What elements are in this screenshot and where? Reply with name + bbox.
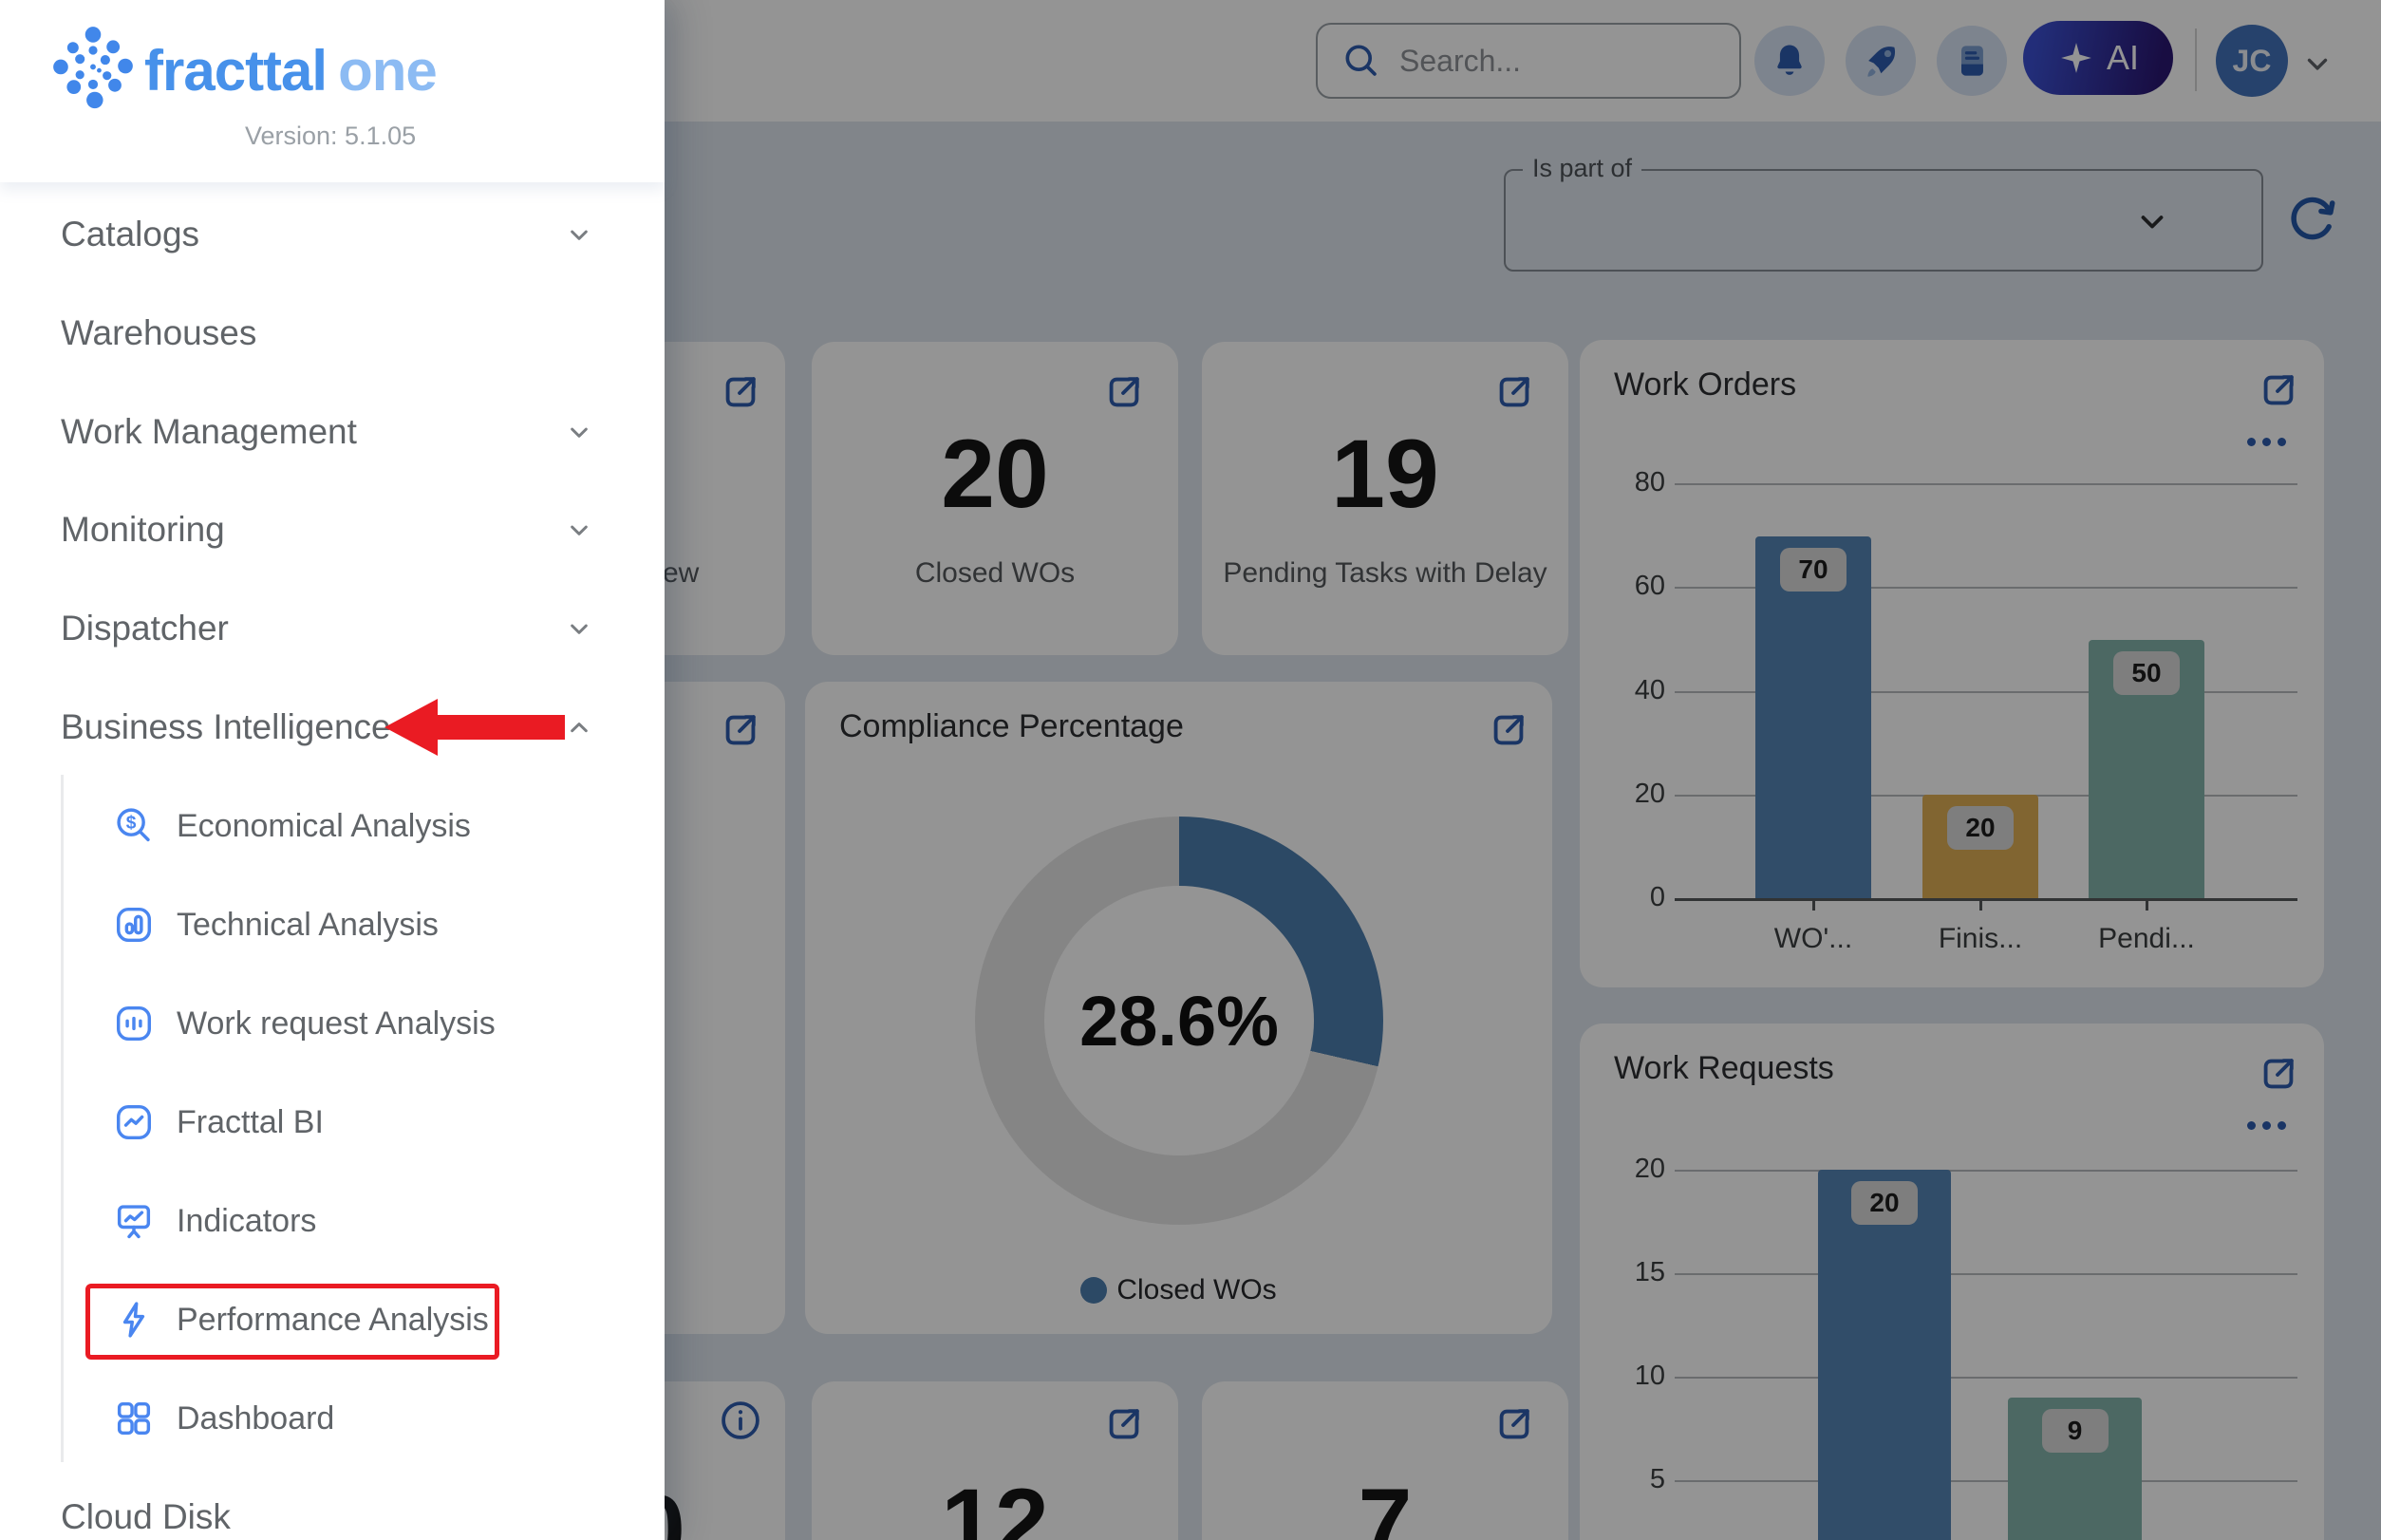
chevron-down-icon bbox=[564, 515, 594, 545]
annotation-arrow bbox=[384, 699, 565, 756]
sidebar-item-technical-analysis[interactable]: Technical Analysis bbox=[112, 894, 568, 955]
nav-label: Warehouses bbox=[61, 313, 256, 353]
chevron-up-icon bbox=[564, 712, 594, 742]
submenu-indent-guide bbox=[61, 775, 64, 1462]
sidebar-item-catalogs[interactable]: Catalogs bbox=[61, 206, 594, 263]
version-label: Version: 5.1.05 bbox=[245, 122, 416, 151]
nav-label: Monitoring bbox=[61, 510, 225, 550]
sidebar-item-monitoring[interactable]: Monitoring bbox=[61, 501, 594, 558]
annotation-highlight-box bbox=[85, 1284, 499, 1360]
svg-text:$: $ bbox=[126, 814, 137, 834]
nav-label: Business Intelligence bbox=[61, 707, 391, 747]
trend-line-icon bbox=[112, 1100, 156, 1144]
nav-label: Catalogs bbox=[61, 215, 199, 254]
chevron-down-icon bbox=[564, 613, 594, 644]
mini-bars-icon bbox=[112, 1002, 156, 1045]
nav-label: Indicators bbox=[177, 1203, 316, 1240]
dollar-search-icon: $ bbox=[112, 804, 156, 848]
nav-label: Economical Analysis bbox=[177, 808, 471, 845]
bar-chart-icon bbox=[112, 903, 156, 947]
grid-icon bbox=[112, 1397, 156, 1440]
nav-label: Fracttal BI bbox=[177, 1104, 324, 1141]
sidebar-item-fracttal-bi[interactable]: Fracttal BI bbox=[112, 1092, 568, 1153]
nav-label: Technical Analysis bbox=[177, 907, 439, 944]
chevron-down-icon bbox=[564, 417, 594, 447]
navigation-sidebar: fracttalone Version: 5.1.05 Catalogs War… bbox=[0, 0, 665, 1540]
sidebar-item-work-request-analysis[interactable]: Work request Analysis bbox=[112, 993, 568, 1054]
presentation-chart-icon bbox=[112, 1199, 156, 1243]
sidebar-item-dispatcher[interactable]: Dispatcher bbox=[61, 600, 594, 657]
sidebar-item-work-management[interactable]: Work Management bbox=[61, 404, 594, 460]
sidebar-item-cloud-disk[interactable]: Cloud Disk bbox=[61, 1489, 594, 1540]
sidebar-item-dashboard[interactable]: Dashboard bbox=[112, 1388, 568, 1449]
sidebar-header: fracttalone Version: 5.1.05 bbox=[0, 0, 665, 182]
sidebar-item-indicators[interactable]: Indicators bbox=[112, 1191, 568, 1251]
brand-suffix: one bbox=[338, 39, 437, 103]
chevron-down-icon bbox=[564, 219, 594, 250]
nav-label: Cloud Disk bbox=[61, 1497, 231, 1537]
sidebar-item-economical-analysis[interactable]: $ Economical Analysis bbox=[112, 796, 568, 856]
nav-label: Work Management bbox=[61, 412, 357, 452]
nav-label: Dispatcher bbox=[61, 609, 229, 648]
sidebar-item-warehouses[interactable]: Warehouses bbox=[61, 305, 594, 362]
fracttal-logo-icon bbox=[49, 27, 137, 118]
nav-label: Work request Analysis bbox=[177, 1005, 496, 1042]
fracttal-one-app: AI JC Is part of ew 20 Closed WOs 19 Pen bbox=[0, 0, 2381, 1540]
brand-name: fracttal bbox=[144, 39, 327, 103]
nav-label: Dashboard bbox=[177, 1400, 334, 1437]
brand-wordmark: fracttalone bbox=[144, 38, 437, 103]
